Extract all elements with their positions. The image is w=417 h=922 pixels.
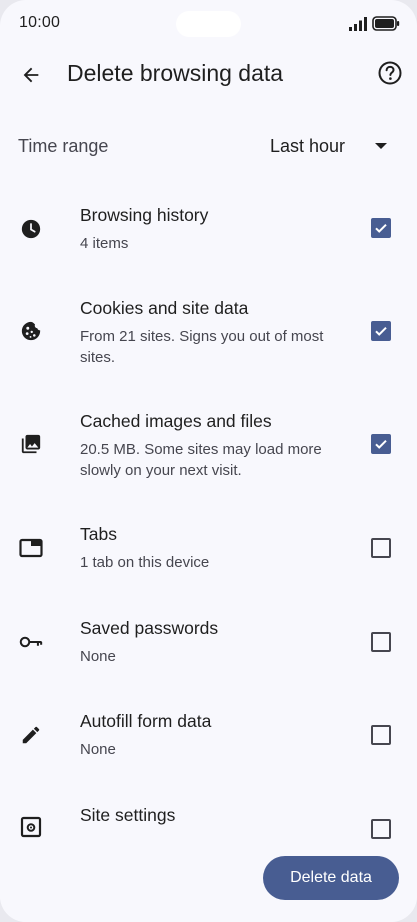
app-bar: Delete browsing data (0, 50, 417, 98)
item-label: Cookies and site data (80, 298, 249, 318)
item-desc: From 21 sites. Signs you out of most sit… (80, 328, 324, 366)
item-label: Autofill form data (80, 711, 212, 731)
checkbox-site-settings[interactable] (371, 819, 391, 839)
clock-icon (19, 217, 43, 241)
item-desc: None (80, 648, 116, 665)
item-label: Tabs (80, 524, 117, 544)
list-item-autofill[interactable]: Autofill form data None (0, 702, 417, 772)
back-button[interactable] (16, 60, 46, 90)
page-title: Delete browsing data (67, 60, 284, 86)
item-label: Browsing history (80, 205, 209, 225)
item-desc: 20.5 MB. Some sites may load more slowly… (80, 441, 322, 479)
checkbox-saved-passwords[interactable] (371, 632, 391, 652)
status-time: 10:00 (19, 14, 61, 31)
list-item-saved-passwords[interactable]: Saved passwords None (0, 609, 417, 679)
image-stack-icon (19, 432, 43, 456)
item-desc: None (80, 741, 116, 758)
item-desc: 1 tab on this device (80, 554, 210, 571)
site-settings-icon (19, 815, 43, 839)
phone-screen: 10:00 Delete browsing data Time range La… (0, 0, 417, 922)
pencil-icon (19, 723, 43, 747)
item-label: Cached images and files (80, 411, 272, 431)
signal-icon (349, 17, 367, 31)
arrow-back-icon (23, 67, 39, 83)
key-icon (19, 630, 43, 654)
help-button[interactable] (377, 60, 403, 86)
delete-data-button[interactable]: Delete data (263, 856, 399, 900)
checkbox-browsing-history[interactable] (371, 218, 391, 238)
time-range-selector[interactable]: Time range Last hour (0, 126, 417, 166)
cookie-icon (19, 319, 43, 343)
checkbox-tabs[interactable] (371, 538, 391, 558)
help-icon (378, 61, 402, 85)
list-item-cookies[interactable]: Cookies and site data From 21 sites. Sig… (0, 289, 417, 379)
checkbox-autofill[interactable] (371, 725, 391, 745)
camera-notch (176, 11, 241, 37)
list-item-browsing-history[interactable]: Browsing history 4 items (0, 196, 417, 266)
item-label: Saved passwords (80, 618, 219, 638)
list-item-cached-images[interactable]: Cached images and files 20.5 MB. Some si… (0, 402, 417, 492)
tab-icon (19, 536, 43, 560)
list-item-tabs[interactable]: Tabs 1 tab on this device (0, 515, 417, 585)
status-bar: 10:00 (0, 0, 417, 48)
time-range-label: Time range (18, 136, 109, 156)
battery-icon (372, 16, 400, 31)
time-range-value[interactable]: Last hour (270, 136, 345, 157)
checkbox-cookies[interactable] (371, 321, 391, 341)
checkbox-cached-images[interactable] (371, 434, 391, 454)
item-desc: 4 items (80, 235, 129, 252)
dropdown-arrow-icon[interactable] (374, 142, 388, 150)
item-label: Site settings (80, 805, 176, 825)
